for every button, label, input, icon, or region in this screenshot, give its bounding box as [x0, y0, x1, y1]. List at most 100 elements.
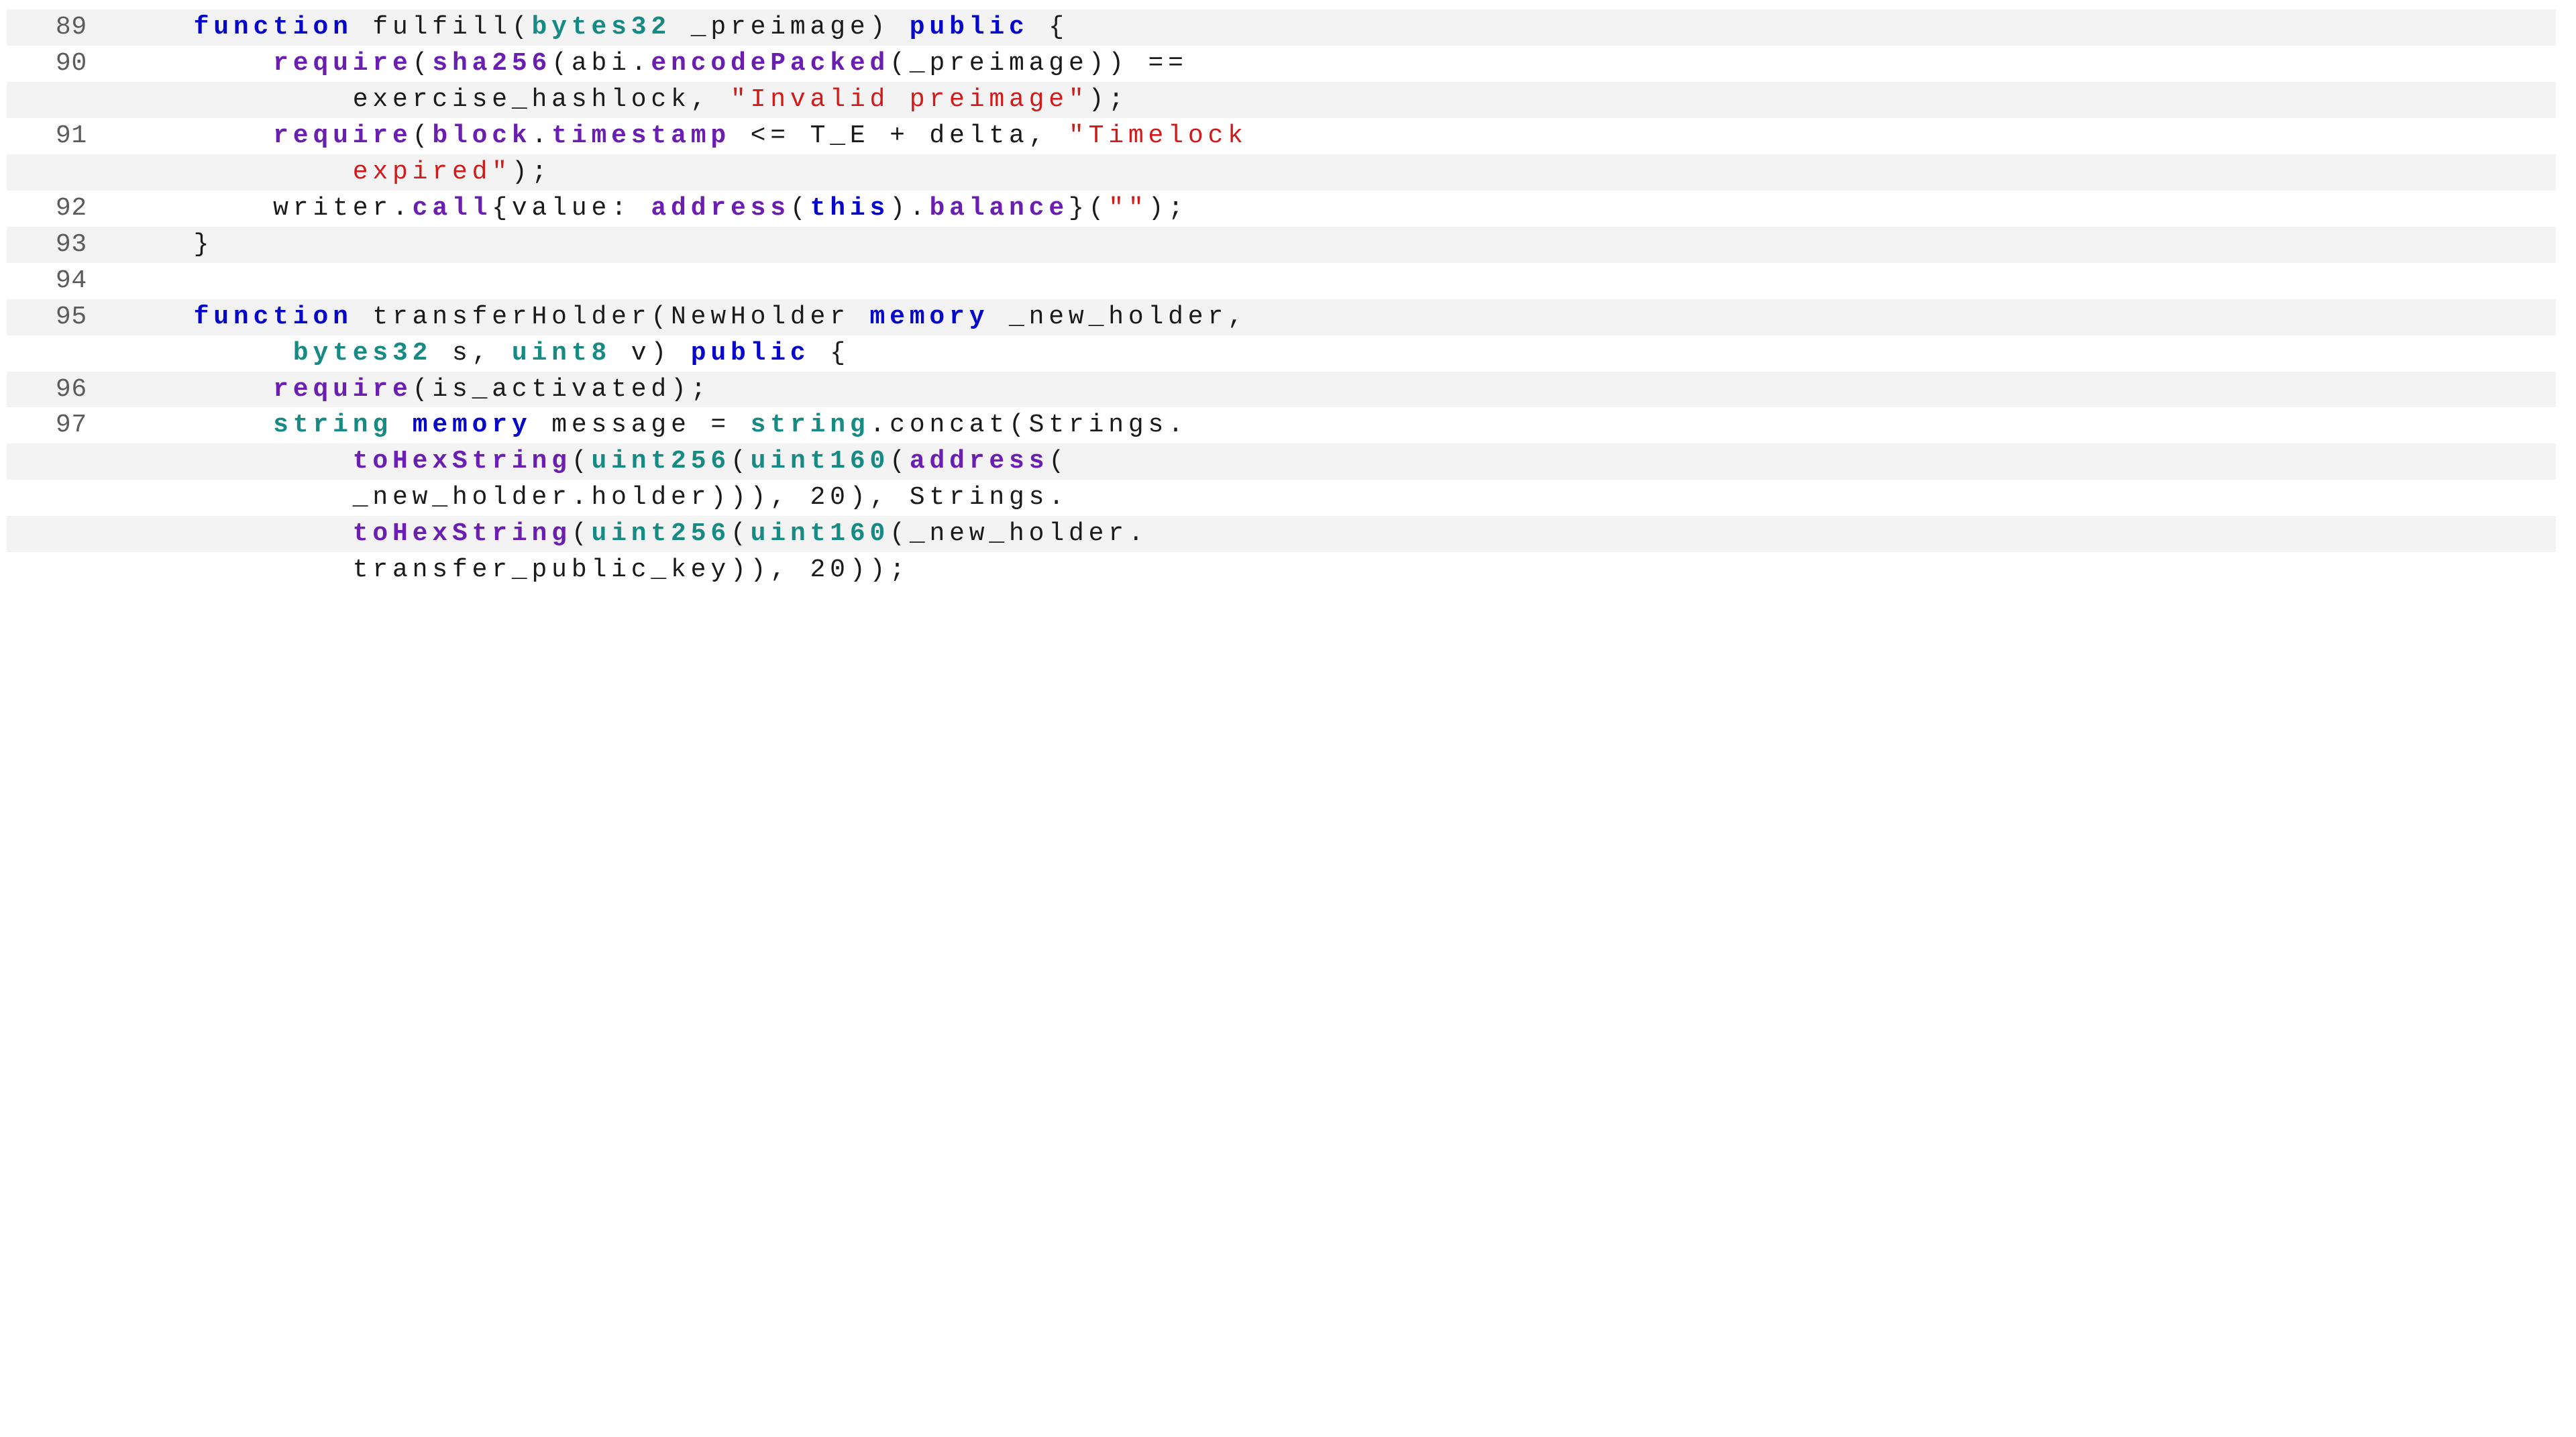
- line-number: 91: [7, 118, 114, 154]
- code-line: require(block.timestamp <= T_E + delta, …: [114, 118, 2556, 154]
- code-line: toHexString(uint256(uint160(address(: [114, 443, 2556, 480]
- code-token: public: [691, 339, 810, 368]
- line-number: 89: [7, 9, 114, 46]
- code-token: string: [273, 411, 392, 439]
- code-token: balance: [929, 194, 1069, 223]
- code-row: toHexString(uint256(uint160(address(: [7, 443, 2556, 480]
- indent: [114, 194, 273, 223]
- code-row: bytes32 s, uint8 v) public {: [7, 335, 2556, 372]
- indent: [114, 555, 353, 584]
- code-token: function: [194, 13, 353, 42]
- code-token: block: [432, 121, 531, 150]
- code-line: bytes32 s, uint8 v) public {: [114, 335, 2556, 372]
- code-token: uint256: [591, 519, 731, 548]
- code-token: bytes32: [532, 13, 672, 42]
- indent: [114, 49, 273, 78]
- code-token: (_new_holder.: [890, 519, 1148, 548]
- code-token: uint160: [751, 519, 890, 548]
- code-line: exercise_hashlock, "Invalid preimage");: [114, 82, 2556, 118]
- line-number: 95: [7, 299, 114, 335]
- code-line: _new_holder.holder))), 20), Strings.: [114, 480, 2556, 516]
- indent: [114, 411, 273, 439]
- code-token: }(: [1069, 194, 1108, 223]
- code-token: (: [572, 447, 592, 476]
- code-token: (abi.: [551, 49, 651, 78]
- indent: [114, 158, 353, 187]
- line-number: 93: [7, 227, 114, 263]
- code-token: call: [413, 194, 492, 223]
- code-token: fulfill(: [353, 13, 532, 42]
- code-token: ).: [890, 194, 929, 223]
- line-number: 96: [7, 372, 114, 408]
- code-token: memory: [869, 303, 989, 331]
- code-token: function: [194, 303, 353, 331]
- indent: [114, 519, 353, 548]
- code-token: address: [910, 447, 1049, 476]
- code-token: exercise_hashlock,: [353, 85, 731, 114]
- code-row: 94: [7, 263, 2556, 299]
- code-token: (: [413, 121, 433, 150]
- code-token: toHexString: [353, 447, 572, 476]
- code-row: 91 require(block.timestamp <= T_E + delt…: [7, 118, 2556, 154]
- code-token: );: [512, 158, 551, 187]
- code-token: toHexString: [353, 519, 572, 548]
- code-token: {: [810, 339, 850, 368]
- code-token: string: [751, 411, 870, 439]
- code-token: (: [413, 49, 433, 78]
- code-line: string memory message = string.concat(St…: [114, 407, 2556, 443]
- indent: [114, 447, 353, 476]
- code-token: s,: [432, 339, 512, 368]
- code-row: exercise_hashlock, "Invalid preimage");: [7, 82, 2556, 118]
- code-token: (: [731, 519, 751, 548]
- code-token: (: [1049, 447, 1069, 476]
- code-token: );: [1148, 194, 1188, 223]
- code-token: [392, 411, 413, 439]
- indent: [114, 85, 353, 114]
- indent: [114, 230, 194, 259]
- code-token: );: [1089, 85, 1128, 114]
- code-token: writer.: [273, 194, 413, 223]
- line-number: 90: [7, 46, 114, 82]
- line-number: 94: [7, 263, 114, 299]
- code-token: public: [910, 13, 1029, 42]
- code-line: function fulfill(bytes32 _preimage) publ…: [114, 9, 2556, 46]
- code-token: v): [611, 339, 691, 368]
- code-token: .concat(Strings.: [870, 411, 1188, 439]
- code-line: require(is_activated);: [114, 372, 2556, 408]
- code-token: uint160: [751, 447, 890, 476]
- code-line: transfer_public_key)), 20));: [114, 552, 2556, 588]
- code-token: this: [810, 194, 890, 223]
- code-token: require: [273, 375, 413, 404]
- code-token: (: [572, 519, 592, 548]
- code-row: toHexString(uint256(uint160(_new_holder.: [7, 516, 2556, 552]
- line-number: 97: [7, 407, 114, 443]
- code-line: require(sha256(abi.encodePacked(_preimag…: [114, 46, 2556, 82]
- code-token: {value:: [492, 194, 651, 223]
- code-token: .: [532, 121, 552, 150]
- code-token: (is_activated);: [413, 375, 711, 404]
- code-token: (: [890, 447, 910, 476]
- code-listing: 89 function fulfill(bytes32 _preimage) p…: [0, 0, 2576, 608]
- indent: [114, 483, 353, 512]
- code-token: expired": [353, 158, 512, 187]
- code-row: 95 function transferHolder(NewHolder mem…: [7, 299, 2556, 335]
- code-token: "Timelock: [1069, 121, 1248, 150]
- code-token: require: [273, 121, 413, 150]
- code-token: bytes32: [293, 339, 433, 368]
- code-token: (: [731, 447, 751, 476]
- code-line: expired");: [114, 154, 2556, 191]
- code-token: (_preimage)) ==: [890, 49, 1188, 78]
- code-token: encodePacked: [651, 49, 890, 78]
- indent: [114, 13, 194, 42]
- indent: [114, 121, 273, 150]
- code-token: sha256: [432, 49, 551, 78]
- code-token: uint8: [512, 339, 611, 368]
- code-row: 92 writer.call{value: address(this).bala…: [7, 191, 2556, 227]
- code-line: }: [114, 227, 2556, 263]
- code-token: <= T_E + delta,: [731, 121, 1069, 150]
- code-line: function transferHolder(NewHolder memory…: [114, 299, 2556, 335]
- code-token: require: [273, 49, 413, 78]
- indent: [114, 339, 293, 368]
- code-token: _new_holder.holder))), 20), Strings.: [353, 483, 1069, 512]
- code-row: transfer_public_key)), 20));: [7, 552, 2556, 588]
